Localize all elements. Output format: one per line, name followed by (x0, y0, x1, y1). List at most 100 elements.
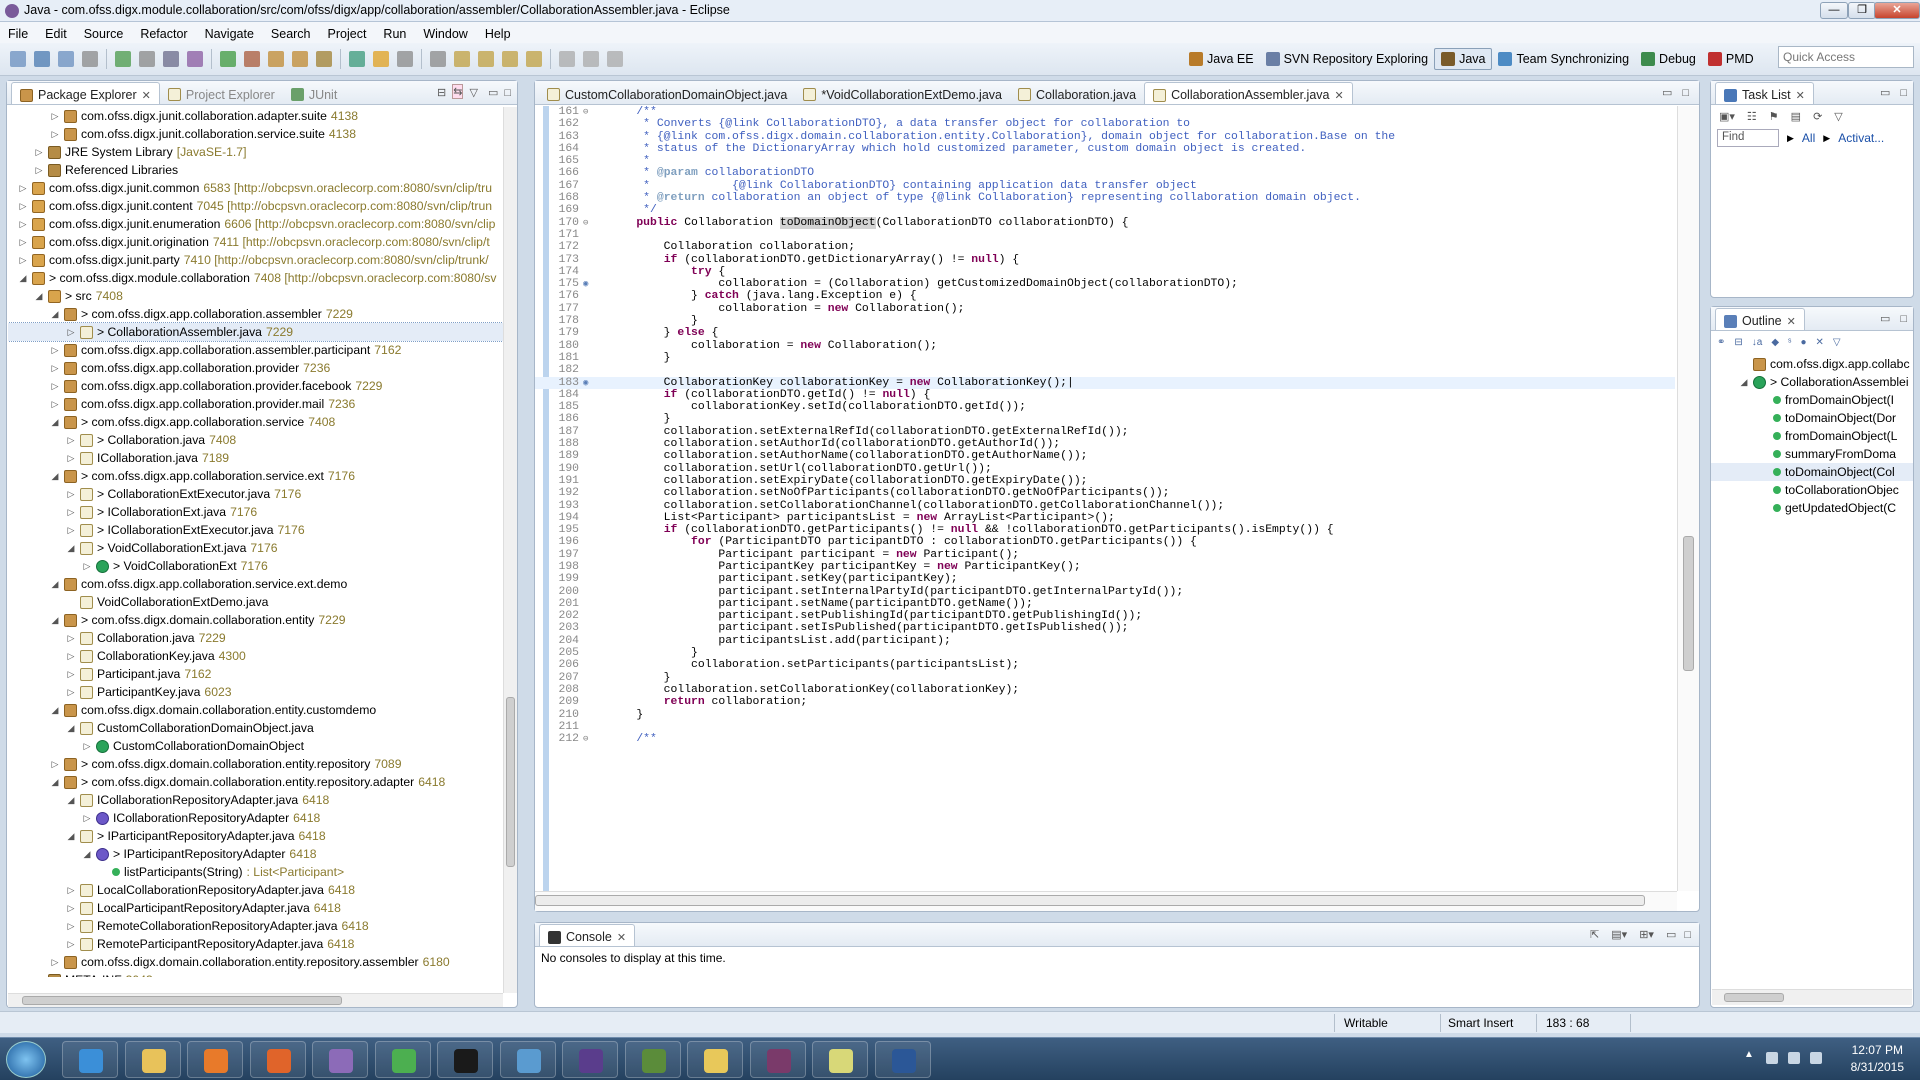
perspective-pmd[interactable]: PMD (1702, 48, 1760, 70)
collapse-all-icon[interactable]: ⊟ (1734, 337, 1742, 348)
menu-search[interactable]: Search (271, 25, 311, 41)
outline-item[interactable]: toDomainObject(Dor (1711, 409, 1913, 427)
tree-item[interactable]: ▷ com.ofss.digx.junit.content 7045 [http:… (8, 197, 505, 215)
chrome-taskbar-button[interactable] (374, 1041, 431, 1078)
tree-item[interactable]: ▷ > CollaborationAssembler.java 7229 (8, 322, 505, 342)
code-line[interactable]: 184 if (collaborationDTO.getId() != null… (535, 389, 1675, 401)
tree-item[interactable]: ▷ com.ofss.digx.junit.party 7410 [http://… (8, 251, 505, 269)
expand-toggle-icon[interactable]: ◢ (50, 579, 60, 590)
all-link[interactable]: All (1802, 131, 1815, 145)
categorize-icon[interactable]: ☷ (1747, 110, 1757, 123)
maximize-view-icon[interactable]: □ (504, 87, 511, 99)
tree-item[interactable]: ▷ > ICollaborationExt.java 7176 (8, 503, 505, 521)
tree-item[interactable]: ◢ > com.ofss.digx.domain.collaboration.en… (8, 611, 505, 629)
expand-toggle-icon[interactable]: ◢ (66, 723, 76, 734)
expand-toggle-icon[interactable]: ▷ (50, 381, 60, 392)
code-line[interactable]: 194 List<Participant> participantsList =… (535, 512, 1675, 524)
menu-navigate[interactable]: Navigate (205, 25, 254, 41)
new-task-icon[interactable]: ▣▾ (1719, 110, 1735, 123)
code-line[interactable]: 171 (535, 229, 1675, 241)
code-line[interactable]: 209 return collaboration; (535, 696, 1675, 708)
code-line[interactable]: 199 participant.setKey(participantKey); (535, 573, 1675, 585)
code-line[interactable]: 178 } (535, 315, 1675, 327)
hide-local-icon[interactable]: ✕ (1816, 337, 1824, 348)
code-line[interactable]: 163 * {@link com.ofss.digx.domain.collab… (535, 131, 1675, 143)
code-line[interactable]: 202 participant.setPublishingId(particip… (535, 610, 1675, 622)
tab-package-explorer[interactable]: Package Explorer ✕ (11, 82, 160, 104)
editor-tab-voidcollaborationextdemojava[interactable]: *VoidCollaborationExtDemo.java (795, 82, 1010, 104)
expand-toggle-icon[interactable]: ▷ (50, 129, 60, 140)
code-line[interactable]: 183 ◉ CollaborationKey collaborationKey =… (535, 376, 1675, 389)
close-icon[interactable]: ✕ (1787, 315, 1796, 328)
perspective-team-synchronizing[interactable]: Team Synchronizing (1492, 48, 1635, 70)
toolbar-button-icon[interactable] (373, 51, 389, 67)
code-line[interactable]: 176 } catch (java.lang.Exception e) { (535, 290, 1675, 302)
tree-item[interactable]: ▷ com.ofss.digx.app.collaboration.provide… (8, 395, 505, 413)
tree-item[interactable]: ▷ JRE System Library [JavaSE-1.7] (8, 143, 505, 161)
code-editor[interactable]: 161 ⊖ /** 162 * Converts {@link Collaborat… (535, 106, 1675, 891)
expand-toggle-icon[interactable]: ▷ (50, 399, 60, 410)
code-line[interactable]: 201 participant.setName(participantDTO.g… (535, 598, 1675, 610)
hide-nonpublic-icon[interactable]: ● (1800, 337, 1806, 348)
outline-item[interactable]: summaryFromDoma (1711, 445, 1913, 463)
editor-tab-collaborationjava[interactable]: Collaboration.java (1010, 82, 1144, 104)
menu-refactor[interactable]: Refactor (140, 25, 187, 41)
toolbar-button-icon[interactable] (526, 51, 542, 67)
code-line[interactable]: 204 participantsList.add(participant); (535, 635, 1675, 647)
menu-help[interactable]: Help (485, 25, 511, 41)
expand-toggle-icon[interactable]: ◢ (1739, 377, 1749, 388)
command-prompt-taskbar-button[interactable] (437, 1041, 493, 1078)
toolbar-button-icon[interactable] (559, 51, 575, 67)
code-line[interactable]: 191 collaboration.setExpiryDate(collabor… (535, 475, 1675, 487)
tree-item[interactable]: ▷ CustomCollaborationDomainObject (8, 737, 505, 755)
expand-toggle-icon[interactable]: ◢ (50, 615, 60, 626)
activate-link[interactable]: Activat... (1838, 131, 1884, 145)
outline-item[interactable]: getUpdatedObject(C (1711, 499, 1913, 517)
minimize-view-icon[interactable]: ▭ (488, 86, 498, 99)
expand-toggle-icon[interactable]: ▷ (66, 885, 76, 896)
tree-item[interactable]: ▷ Participant.java 7162 (8, 665, 505, 683)
scroll-thumb[interactable] (1724, 993, 1784, 1002)
tree-item[interactable]: ▷ > ICollaborationExtExecutor.java 7176 (8, 521, 505, 539)
minimize-button[interactable]: — (1820, 2, 1848, 19)
tree-item[interactable]: ▷ com.ofss.digx.app.collaboration.provide… (8, 377, 505, 395)
perspective-java[interactable]: Java (1434, 48, 1493, 70)
editor-tab-collaborationassemblerjava[interactable]: CollaborationAssembler.java ✕ (1144, 82, 1353, 104)
minimize-view-icon[interactable]: ▭ (1666, 928, 1676, 941)
editor-vscroll[interactable] (1677, 106, 1699, 891)
expand-toggle-icon[interactable]: ◢ (66, 543, 76, 554)
editor-tab-customcollaborationdomainobjectjava[interactable]: CustomCollaborationDomainObject.java (539, 82, 795, 104)
expand-toggle-icon[interactable]: ▷ (50, 957, 60, 968)
toolbar-button-icon[interactable] (82, 51, 98, 67)
maximize-view-icon[interactable]: □ (1684, 929, 1691, 941)
tab-console[interactable]: Console ✕ (539, 924, 636, 946)
maximize-view-icon[interactable]: □ (1900, 313, 1907, 325)
code-line[interactable]: 174 try { (535, 266, 1675, 278)
view-menu-icon[interactable]: ▽ (469, 86, 477, 99)
tab-project-explorer[interactable]: Project Explorer (160, 82, 283, 104)
tab-junit[interactable]: JUnit (283, 82, 345, 104)
tree-item[interactable]: listParticipants(String) : List<Particip… (8, 863, 505, 881)
menu-source[interactable]: Source (84, 25, 124, 41)
menu-project[interactable]: Project (328, 25, 367, 41)
expand-toggle-icon[interactable]: ▷ (18, 237, 28, 248)
expand-toggle-icon[interactable]: ▷ (66, 687, 76, 698)
tree-item[interactable]: ▷ com.ofss.digx.app.collaboration.provide… (8, 359, 505, 377)
code-line[interactable]: 205 } (535, 647, 1675, 659)
scroll-thumb[interactable] (1683, 536, 1694, 671)
code-line[interactable]: 164 * status of the DictionaryArray whic… (535, 143, 1675, 155)
expand-toggle-icon[interactable]: ◢ (66, 795, 76, 806)
tree-item[interactable]: ▷ > Collaboration.java 7408 (8, 431, 505, 449)
view-menu-icon[interactable]: ▽ (1834, 110, 1842, 123)
hide-completed-icon[interactable]: ▤ (1791, 110, 1801, 123)
start-button[interactable] (6, 1041, 46, 1078)
action-center-icon[interactable] (1766, 1052, 1778, 1064)
toolbar-button-icon[interactable] (139, 51, 155, 67)
code-line[interactable]: 197 Participant participant = new Partic… (535, 549, 1675, 561)
perspective-debug[interactable]: Debug (1635, 48, 1702, 70)
tree-item[interactable]: ◢ > IParticipantRepositoryAdapter 6418 (8, 845, 505, 863)
code-line[interactable]: 206 collaboration.setParticipants(partic… (535, 659, 1675, 671)
tree-item[interactable]: ▷ Referenced Libraries (8, 161, 505, 179)
find-input[interactable]: Find (1717, 129, 1779, 147)
toolbar-button-icon[interactable] (244, 51, 260, 67)
